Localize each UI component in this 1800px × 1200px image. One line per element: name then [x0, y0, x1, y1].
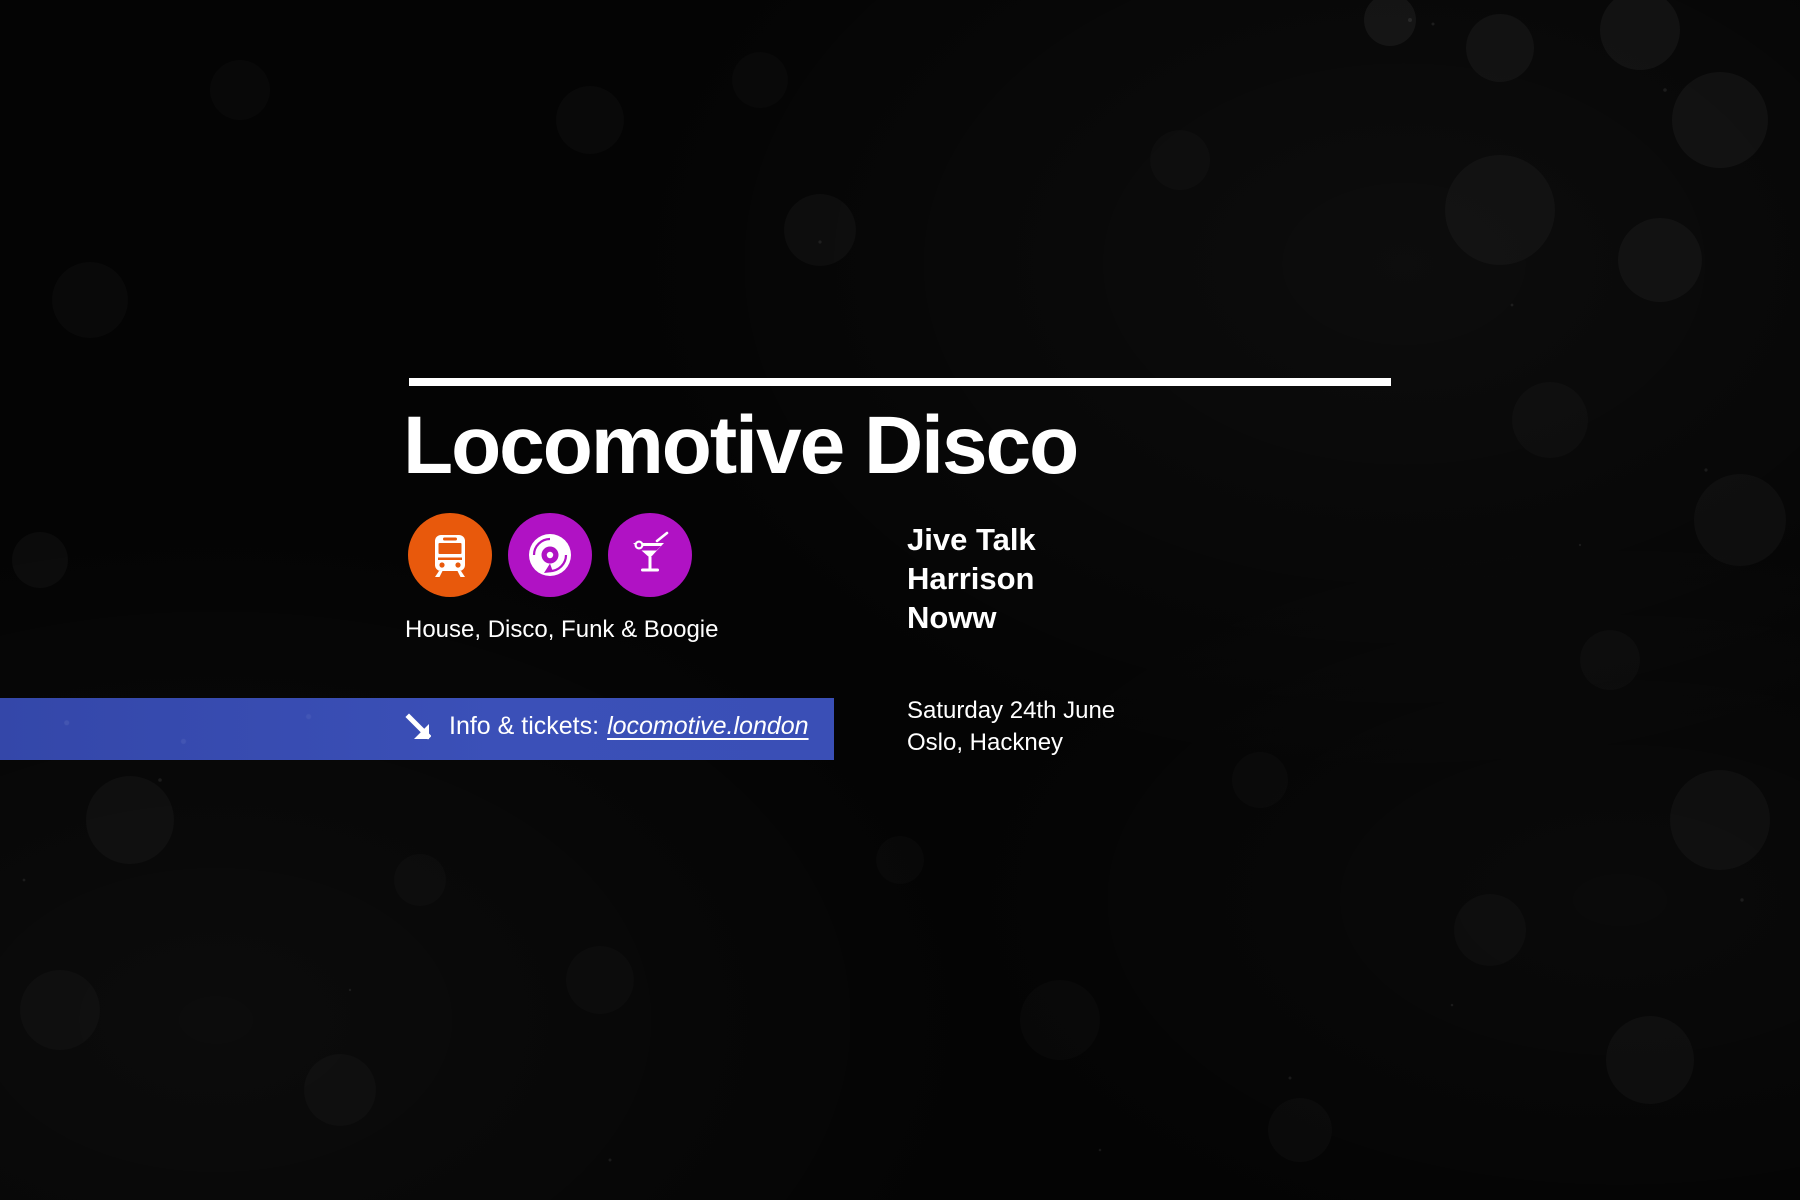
vinyl-record-icon — [508, 513, 592, 597]
ticket-link[interactable]: locomotive.london — [607, 712, 809, 741]
event-date: Saturday 24th June — [907, 697, 1116, 724]
arrow-down-right-icon — [405, 712, 431, 740]
icon-row — [408, 513, 692, 597]
event-poster: Locomotive Disco House, Disco, Funk & Bo… — [0, 0, 1800, 1200]
ticket-content: Info & tickets: locomotive.london — [403, 712, 809, 741]
top-rule — [409, 378, 1391, 386]
event-title: Locomotive Disco — [403, 400, 1079, 491]
lineup-artist: Jive Talk — [907, 522, 1036, 557]
ticket-label: Info & tickets: — [449, 712, 600, 740]
event-details: Saturday 24th June Oslo, Hackney — [907, 695, 1115, 759]
cocktail-icon — [608, 513, 692, 597]
grunge-texture — [22, 0, 1768, 1162]
lineup-artist: Noww — [907, 600, 997, 635]
ticket-bar: Info & tickets: locomotive.london — [0, 698, 834, 760]
lineup-list: Jive Talk Harrison Noww — [907, 520, 1036, 637]
train-icon — [408, 513, 492, 597]
genres-text: House, Disco, Funk & Boogie — [405, 616, 719, 643]
lineup-artist: Harrison — [907, 561, 1035, 596]
event-venue: Oslo, Hackney — [907, 729, 1064, 756]
